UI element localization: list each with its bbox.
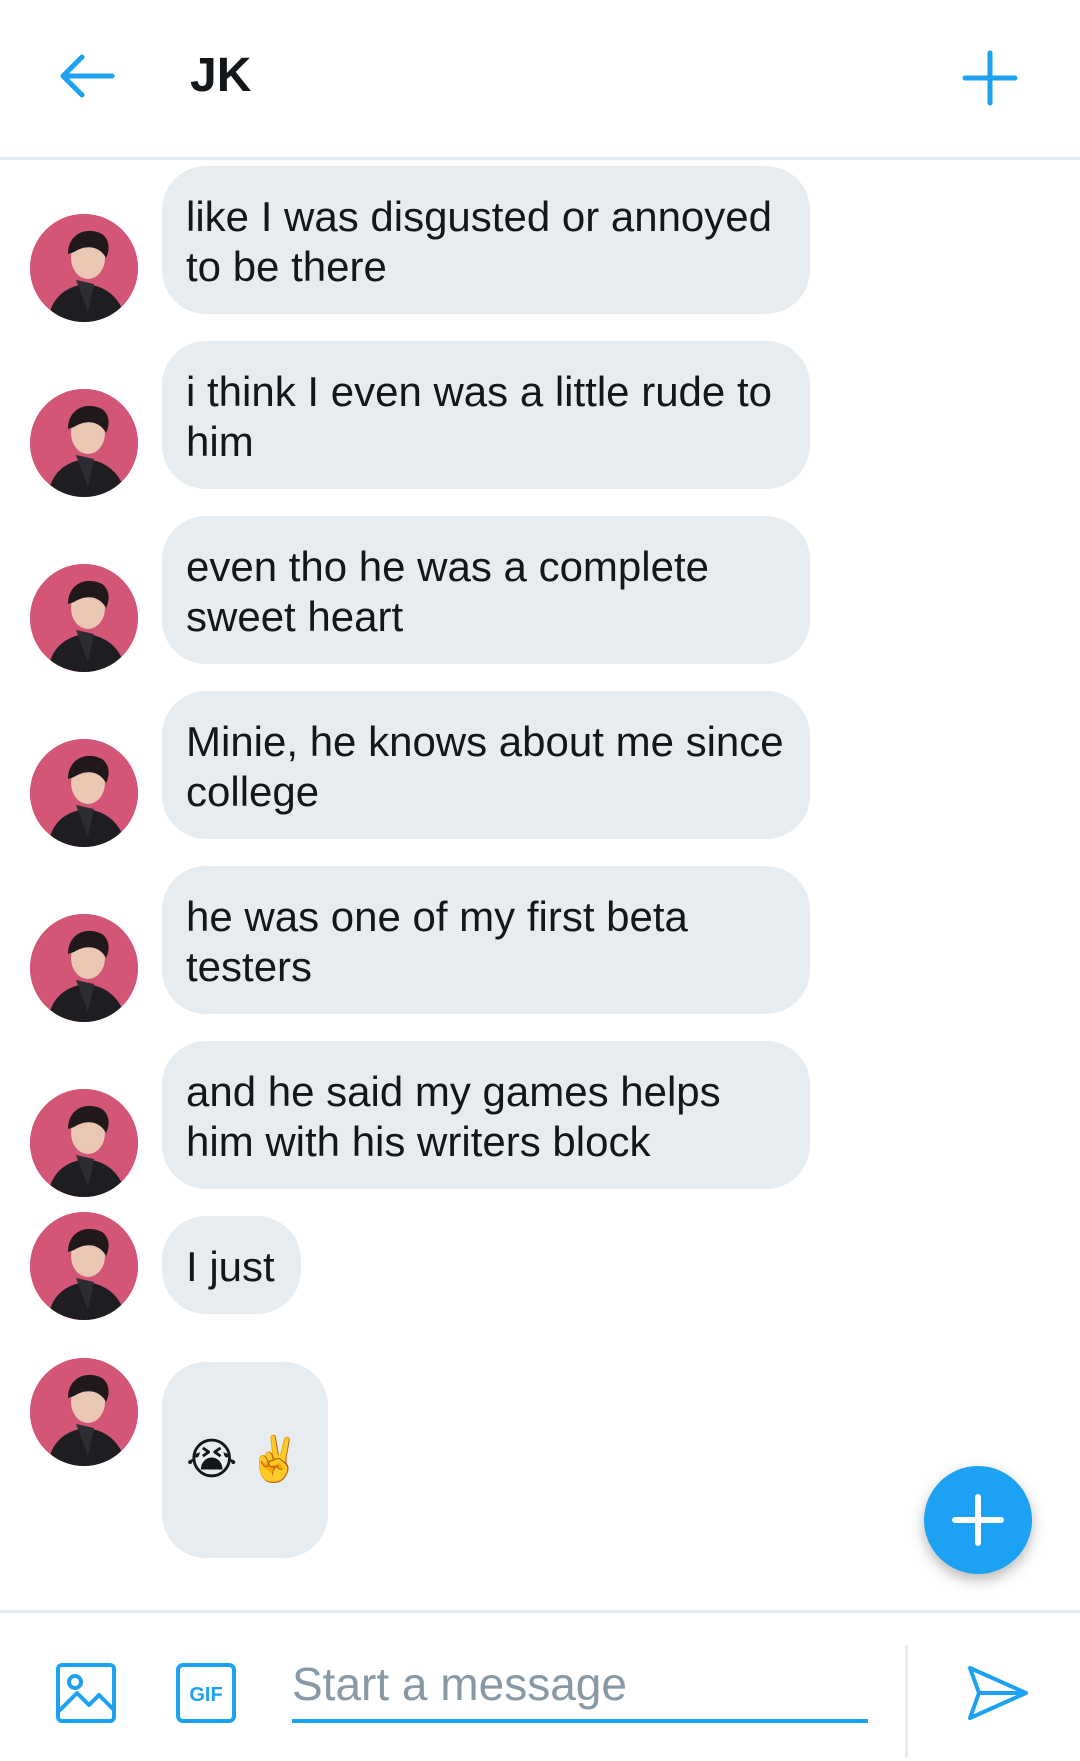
message-bubble[interactable]: Minie, he knows about me since college xyxy=(162,691,810,839)
avatar[interactable] xyxy=(30,739,138,847)
avatar-photo xyxy=(30,739,138,847)
avatar[interactable] xyxy=(30,389,138,497)
avatar-photo xyxy=(30,1358,138,1466)
avatar[interactable] xyxy=(30,1089,138,1197)
send-icon xyxy=(968,1666,1028,1720)
loudly-crying-face-emoji: 😭 xyxy=(186,1435,238,1484)
message-input[interactable] xyxy=(292,1649,868,1723)
avatar[interactable] xyxy=(30,1358,138,1466)
message-list[interactable]: like I was disgusted or annoyed to be th… xyxy=(0,160,1080,1610)
add-gif-button[interactable]: GIF xyxy=(170,1657,242,1729)
message-bubble[interactable]: like I was disgusted or annoyed to be th… xyxy=(162,166,810,314)
arrow-left-icon xyxy=(60,54,115,98)
composer-divider xyxy=(905,1645,908,1757)
plus-icon xyxy=(952,1494,1004,1546)
conversation-header: JK xyxy=(0,0,1080,160)
gif-icon: GIF xyxy=(176,1663,236,1723)
image-icon xyxy=(56,1663,116,1723)
add-photo-button[interactable] xyxy=(50,1657,122,1729)
new-message-fab[interactable] xyxy=(924,1466,1032,1574)
message-bubble[interactable]: 😭 ✌️ xyxy=(162,1362,329,1558)
message-composer: GIF xyxy=(0,1610,1080,1761)
avatar-photo xyxy=(30,1212,138,1320)
message-bubble[interactable]: i think I even was a little rude to him xyxy=(162,341,810,489)
send-button[interactable] xyxy=(958,1653,1038,1733)
victory-hand-emoji: ✌️ xyxy=(247,1435,303,1484)
message-bubble[interactable]: I just xyxy=(162,1216,301,1314)
avatar-photo xyxy=(30,914,138,1022)
avatar[interactable] xyxy=(30,914,138,1022)
avatar[interactable] xyxy=(30,564,138,672)
message-bubble[interactable]: even tho he was a complete sweet heart xyxy=(162,516,810,664)
avatar-photo xyxy=(30,1089,138,1197)
conversation-title[interactable]: JK xyxy=(190,46,251,106)
message-bubble[interactable]: he was one of my first beta testers xyxy=(162,866,810,1014)
gif-label: GIF xyxy=(189,1684,222,1706)
avatar[interactable] xyxy=(30,214,138,322)
avatar-photo xyxy=(30,389,138,497)
plus-icon xyxy=(962,50,1018,106)
avatar[interactable] xyxy=(30,1212,138,1320)
avatar-photo xyxy=(30,214,138,322)
back-button[interactable] xyxy=(50,40,122,112)
avatar-photo xyxy=(30,564,138,672)
add-button[interactable] xyxy=(950,38,1030,118)
message-bubble[interactable]: and he said my games helps him with his … xyxy=(162,1041,810,1189)
